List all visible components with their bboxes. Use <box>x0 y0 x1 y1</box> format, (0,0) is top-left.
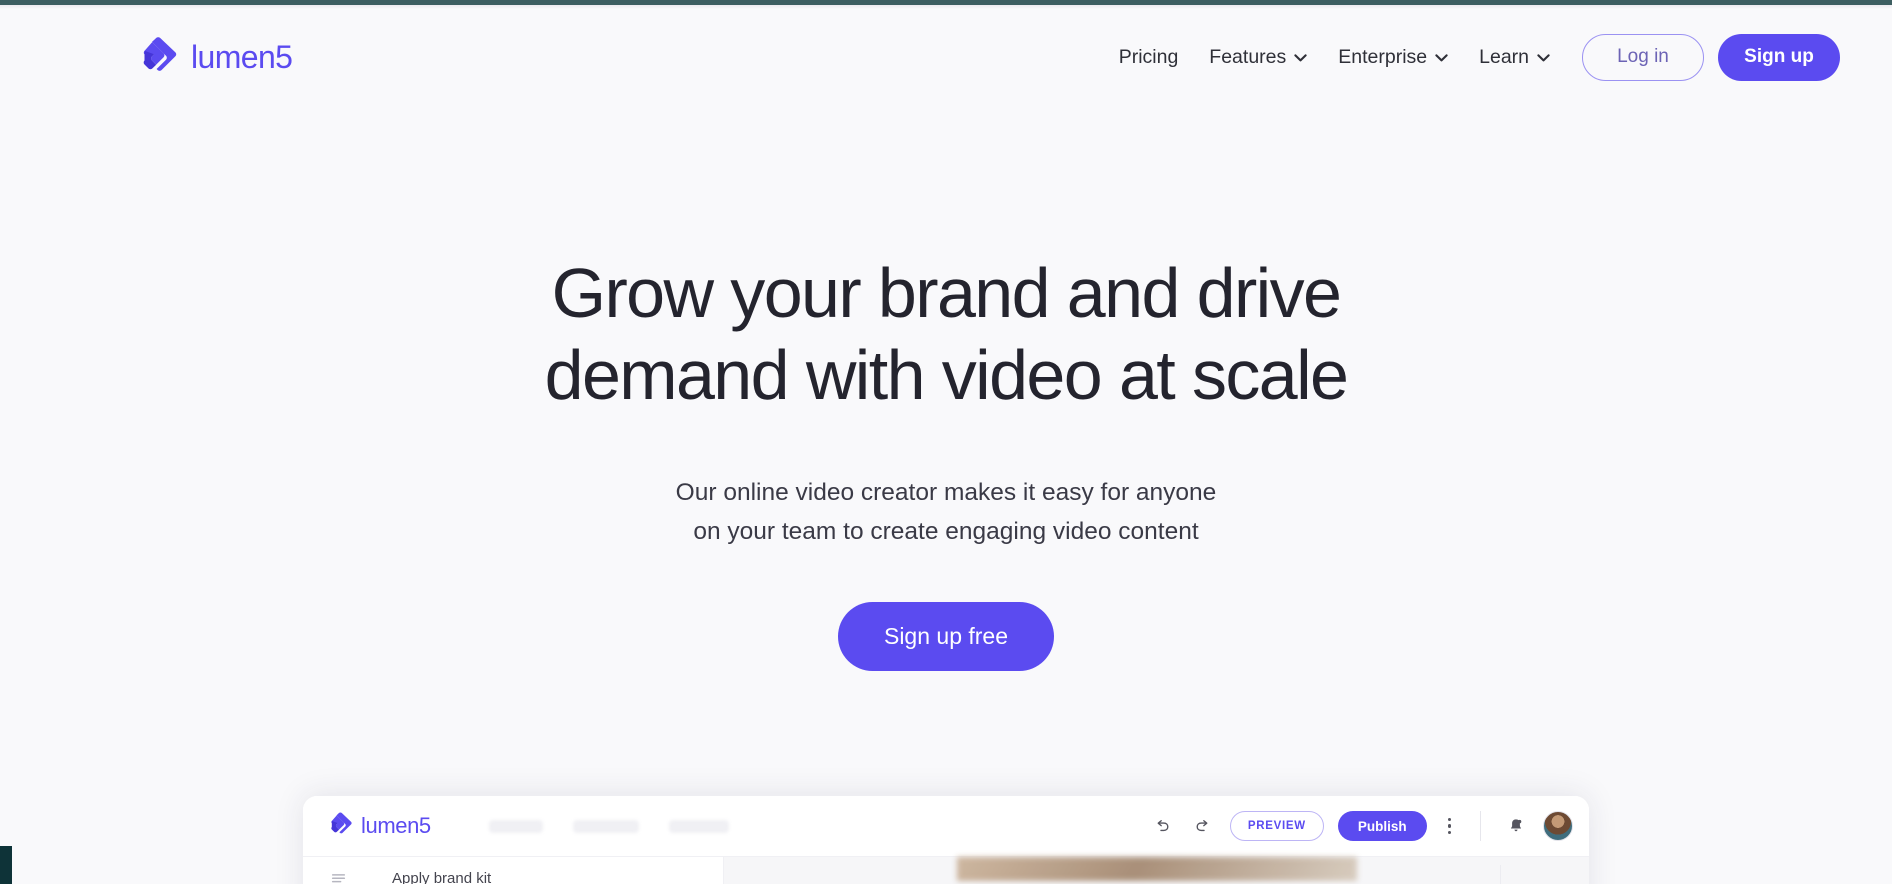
mockup-body: Apply brand kit 00:15 <box>303 856 1589 884</box>
preview-button[interactable]: PREVIEW <box>1229 811 1324 841</box>
hero-subheadline: Our online video creator makes it easy f… <box>0 473 1892 552</box>
nav-label-features: Features <box>1209 45 1287 68</box>
nav-item-pricing[interactable]: Pricing <box>1119 46 1179 69</box>
blurred-nav-placeholder <box>668 819 729 833</box>
hero-subheadline-line-2: on your team to create engaging video co… <box>693 518 1199 546</box>
blurred-nav-placeholder <box>572 819 639 833</box>
blurred-nav-placeholder <box>488 819 543 833</box>
hero-headline-line-1: Grow your brand and drive <box>551 254 1342 332</box>
hero-section: Grow your brand and drive demand with vi… <box>0 105 1892 672</box>
more-options-kebab-icon[interactable] <box>1441 817 1458 835</box>
mockup-canvas: 00:15 <box>723 857 1589 884</box>
canvas-panel-divider <box>1500 865 1501 884</box>
hero-headline: Grow your brand and drive demand with vi… <box>0 253 1892 417</box>
brand-logo-text: lumen5 <box>191 38 293 75</box>
hero-cta-wrapper: Sign up free <box>0 602 1892 672</box>
lumen5-diamond-logo-icon <box>329 811 354 841</box>
nav-label-learn: Learn <box>1479 45 1529 68</box>
mockup-brand-text: lumen5 <box>361 813 431 838</box>
text-lines-icon <box>331 872 346 884</box>
kebab-dot <box>1447 817 1451 822</box>
kebab-dot <box>1447 824 1451 828</box>
nav-item-learn[interactable]: Learn <box>1479 46 1550 69</box>
login-button[interactable]: Log in <box>1582 33 1704 81</box>
nav-item-features[interactable]: Features <box>1209 46 1307 69</box>
main-navigation: Pricing Features Enterprise Learn <box>1119 46 1550 69</box>
notification-bell-icon[interactable] <box>1503 813 1529 839</box>
signup-button[interactable]: Sign up <box>1718 33 1840 81</box>
canvas-media-thumbnail <box>956 857 1357 881</box>
user-avatar[interactable] <box>1543 811 1573 841</box>
nav-label-enterprise: Enterprise <box>1338 45 1428 68</box>
toolbar-divider <box>1480 811 1481 841</box>
mockup-blurred-nav <box>488 819 729 833</box>
undo-arrow-icon[interactable] <box>1150 813 1176 839</box>
site-header: lumen5 Pricing Features Enterprise Learn <box>0 9 1892 105</box>
lumen5-diamond-logo-icon <box>140 35 180 80</box>
apply-brand-kit-label[interactable]: Apply brand kit <box>392 870 491 884</box>
mockup-sidebar: Apply brand kit <box>303 857 723 884</box>
chevron-down-icon <box>1435 54 1448 62</box>
nav-label-pricing: Pricing <box>1118 45 1179 68</box>
bottom-left-corner-marker <box>0 846 12 884</box>
redo-arrow-icon[interactable] <box>1190 813 1216 839</box>
chevron-down-icon <box>1537 54 1550 62</box>
mockup-brand-logo[interactable]: lumen5 <box>329 811 431 841</box>
kebab-dot <box>1447 830 1451 835</box>
brand-logo-link[interactable]: lumen5 <box>140 35 293 80</box>
product-screenshot-mockup: lumen5 PREVIEW Publish Apply brand kit <box>303 796 1589 884</box>
mockup-window: lumen5 PREVIEW Publish Apply brand kit <box>303 796 1589 884</box>
hero-subheadline-line-1: Our online video creator makes it easy f… <box>675 478 1217 506</box>
chevron-down-icon <box>1294 54 1307 62</box>
hero-headline-line-2: demand with video at scale <box>544 335 1349 414</box>
auth-button-group: Log in Sign up <box>1582 33 1840 81</box>
publish-button[interactable]: Publish <box>1337 811 1427 841</box>
signup-free-button[interactable]: Sign up free <box>837 602 1055 672</box>
mockup-toolbar: lumen5 PREVIEW Publish <box>303 796 1589 856</box>
mockup-toolbar-actions: PREVIEW Publish <box>1150 811 1573 841</box>
nav-item-enterprise[interactable]: Enterprise <box>1338 46 1448 69</box>
